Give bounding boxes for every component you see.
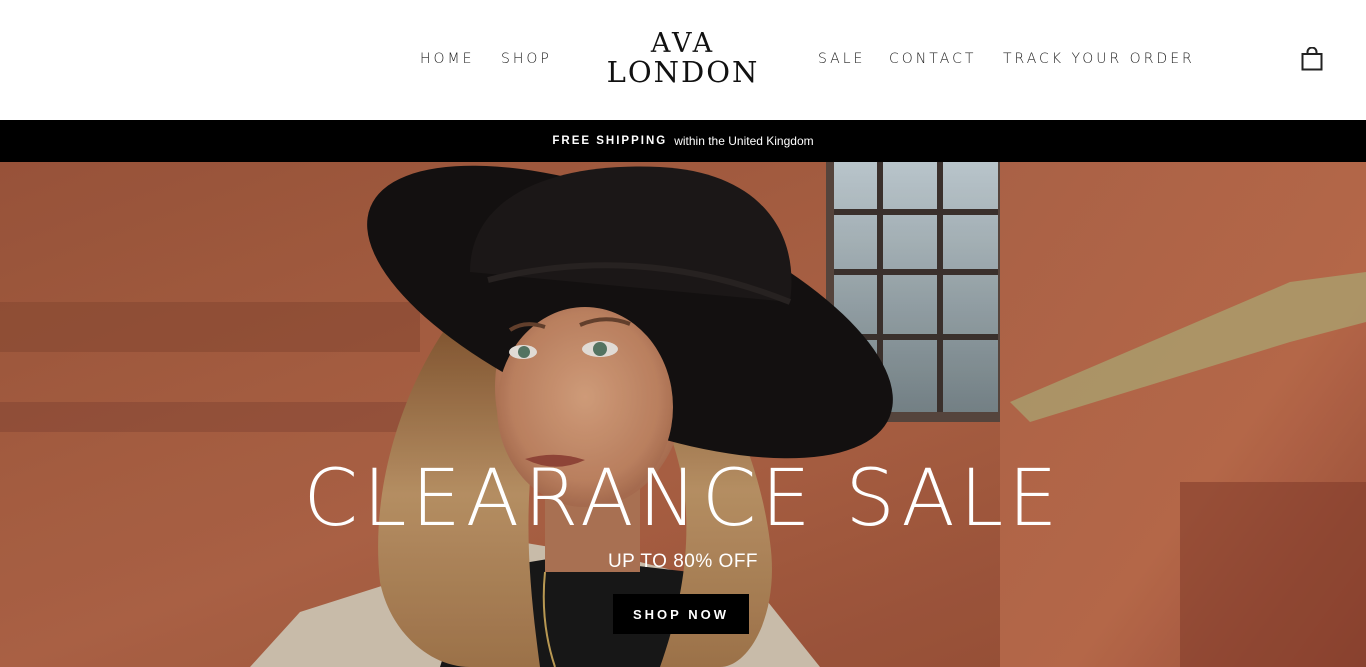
nav-home-link[interactable]: HOME bbox=[420, 51, 474, 67]
logo-line-1: AVA bbox=[650, 28, 716, 59]
hero-image bbox=[0, 162, 1366, 667]
hero-subtitle: UP TO 80% OFF bbox=[607, 551, 759, 572]
hero-title: CLEARANCE SALE bbox=[303, 454, 1063, 544]
announcement-text: within the United Kingdom bbox=[674, 134, 814, 148]
shopping-bag-icon[interactable] bbox=[1301, 46, 1323, 71]
site-logo[interactable]: AVA LONDON bbox=[598, 30, 768, 87]
logo-line-2: LONDON bbox=[606, 55, 760, 89]
nav-track-order-link[interactable]: TRACK YOUR ORDER bbox=[1003, 51, 1195, 67]
nav-contact-link[interactable]: CONTACT bbox=[889, 51, 976, 67]
nav-shop-link[interactable]: SHOP bbox=[501, 51, 552, 67]
announcement-strong: FREE SHIPPING bbox=[552, 135, 668, 147]
announcement-bar: FREE SHIPPING within the United Kingdom bbox=[0, 120, 1366, 162]
site-header: HOME SHOP AVA LONDON SALE CONTACT TRACK … bbox=[0, 0, 1366, 120]
shop-now-button[interactable]: SHOP NOW bbox=[613, 594, 749, 634]
hero-banner[interactable]: CLEARANCE SALE UP TO 80% OFF SHOP NOW bbox=[0, 162, 1366, 667]
nav-sale-link[interactable]: SALE bbox=[818, 51, 865, 67]
